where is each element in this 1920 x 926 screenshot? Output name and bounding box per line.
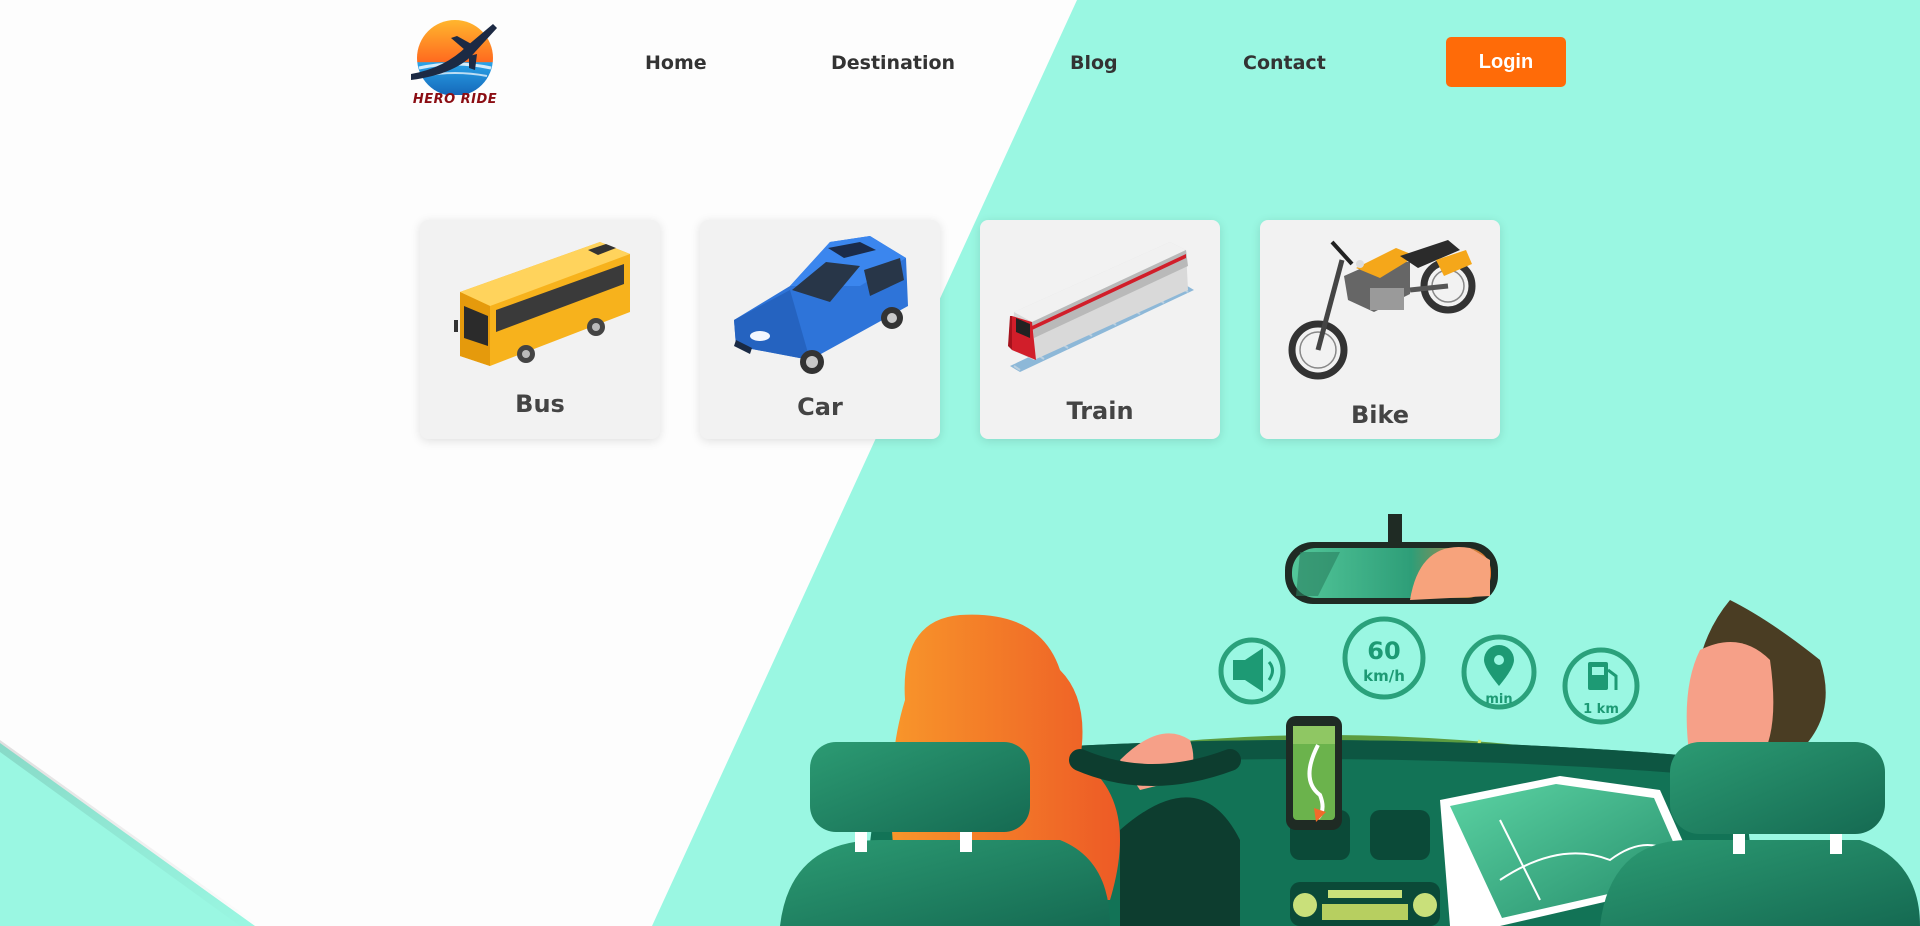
vehicle-label-bus: Bus bbox=[515, 390, 565, 418]
passenger-seat bbox=[1600, 840, 1920, 926]
fuel-pump-icon: 1 km bbox=[1562, 647, 1640, 725]
vehicle-card-bike[interactable]: Bike bbox=[1260, 220, 1500, 439]
eta-label: min bbox=[1485, 692, 1512, 707]
nav-contact[interactable]: Contact bbox=[1243, 52, 1326, 74]
nav-home[interactable]: Home bbox=[645, 52, 707, 74]
driver-seat bbox=[780, 840, 1110, 926]
login-button[interactable]: Login bbox=[1446, 37, 1566, 87]
train-icon bbox=[1008, 242, 1194, 372]
speed-unit: km/h bbox=[1363, 667, 1405, 685]
logo-emblem-icon bbox=[411, 20, 497, 96]
mirror-mount bbox=[1388, 514, 1402, 544]
location-pin-icon: min bbox=[1461, 634, 1537, 710]
dashboard-illustration: 60 km/h min 1 km bbox=[0, 0, 1920, 926]
driver-headrest bbox=[810, 742, 1030, 832]
car-icon bbox=[734, 236, 908, 374]
logo-wordmark: HERO RIDE bbox=[412, 92, 498, 107]
bus-icon bbox=[454, 242, 630, 366]
vehicle-label-car: Car bbox=[797, 393, 843, 421]
nav-blog[interactable]: Blog bbox=[1070, 52, 1118, 74]
hero-ride-logo[interactable]: HERO RIDE bbox=[405, 10, 505, 110]
vehicle-label-bike: Bike bbox=[1350, 401, 1410, 429]
vehicle-card-bus[interactable]: Bus bbox=[420, 220, 660, 439]
nav-destination[interactable]: Destination bbox=[831, 52, 955, 74]
site-header: HERO RIDE Home Destination Blog Contact … bbox=[0, 0, 1920, 130]
vehicle-card-car[interactable]: Car bbox=[700, 220, 940, 439]
vehicle-card-train[interactable]: Train bbox=[980, 220, 1220, 439]
bike-icon bbox=[1288, 240, 1476, 380]
passenger-headrest bbox=[1670, 742, 1885, 834]
speed-value: 60 bbox=[1367, 637, 1400, 665]
fuel-label: 1 km bbox=[1583, 702, 1619, 717]
phone-navigation-icon bbox=[1286, 716, 1342, 830]
vehicle-label-train: Train bbox=[1066, 397, 1134, 425]
speedometer-icon: 60 km/h bbox=[1342, 616, 1426, 700]
speaker-icon bbox=[1218, 637, 1286, 705]
